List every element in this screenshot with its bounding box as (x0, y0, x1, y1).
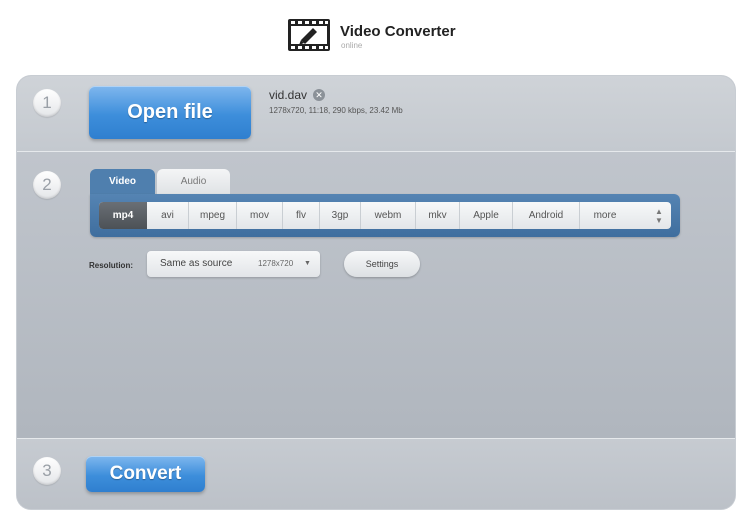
format-list: mp4 avi mpeg mov flv 3gp webm mkv Apple … (99, 202, 671, 229)
step-1-section: 1 Open file vid.dav ✕ 1278x720, 11:18, 2… (17, 76, 735, 152)
format-bar: mp4 avi mpeg mov flv 3gp webm mkv Apple … (90, 194, 680, 237)
file-name: vid.dav (269, 88, 308, 102)
tab-audio[interactable]: Audio (157, 169, 230, 195)
step-3-section: 3 Convert (17, 439, 735, 509)
app-title: Video Converter (340, 23, 456, 40)
step-2-number: 2 (33, 171, 61, 199)
open-file-button[interactable]: Open file (89, 86, 251, 139)
format-mp4[interactable]: mp4 (99, 202, 147, 229)
settings-button[interactable]: Settings (344, 251, 420, 277)
format-3gp[interactable]: 3gp (320, 202, 361, 229)
resolution-select[interactable]: Same as source 1278x720 ▼ (147, 251, 320, 277)
format-more[interactable]: more (580, 202, 630, 229)
converter-panel: 1 Open file vid.dav ✕ 1278x720, 11:18, 2… (17, 76, 735, 509)
format-flv[interactable]: flv (283, 202, 320, 229)
resolution-value: Same as source (160, 258, 233, 269)
format-mov[interactable]: mov (237, 202, 283, 229)
format-webm[interactable]: webm (361, 202, 416, 229)
format-avi[interactable]: avi (147, 202, 189, 229)
step-1-number: 1 (33, 89, 61, 117)
format-mpeg[interactable]: mpeg (189, 202, 237, 229)
file-info: 1278x720, 11:18, 290 kbps, 23.42 Mb (269, 106, 403, 115)
step-3-number: 3 (33, 457, 61, 485)
convert-button[interactable]: Convert (86, 456, 205, 492)
app-subtitle: online (341, 41, 363, 50)
resolution-dimensions: 1278x720 (258, 259, 294, 268)
format-android[interactable]: Android (513, 202, 580, 229)
resolution-label: Resolution: (89, 261, 133, 270)
tab-video[interactable]: Video (90, 169, 155, 195)
format-mkv[interactable]: mkv (416, 202, 460, 229)
chevron-down-icon: ▼ (304, 260, 311, 267)
format-apple[interactable]: Apple (460, 202, 513, 229)
spinner-arrows-icon[interactable]: ▲ ▼ (647, 202, 671, 229)
close-icon[interactable]: ✕ (313, 89, 325, 101)
film-edit-icon (288, 19, 330, 51)
